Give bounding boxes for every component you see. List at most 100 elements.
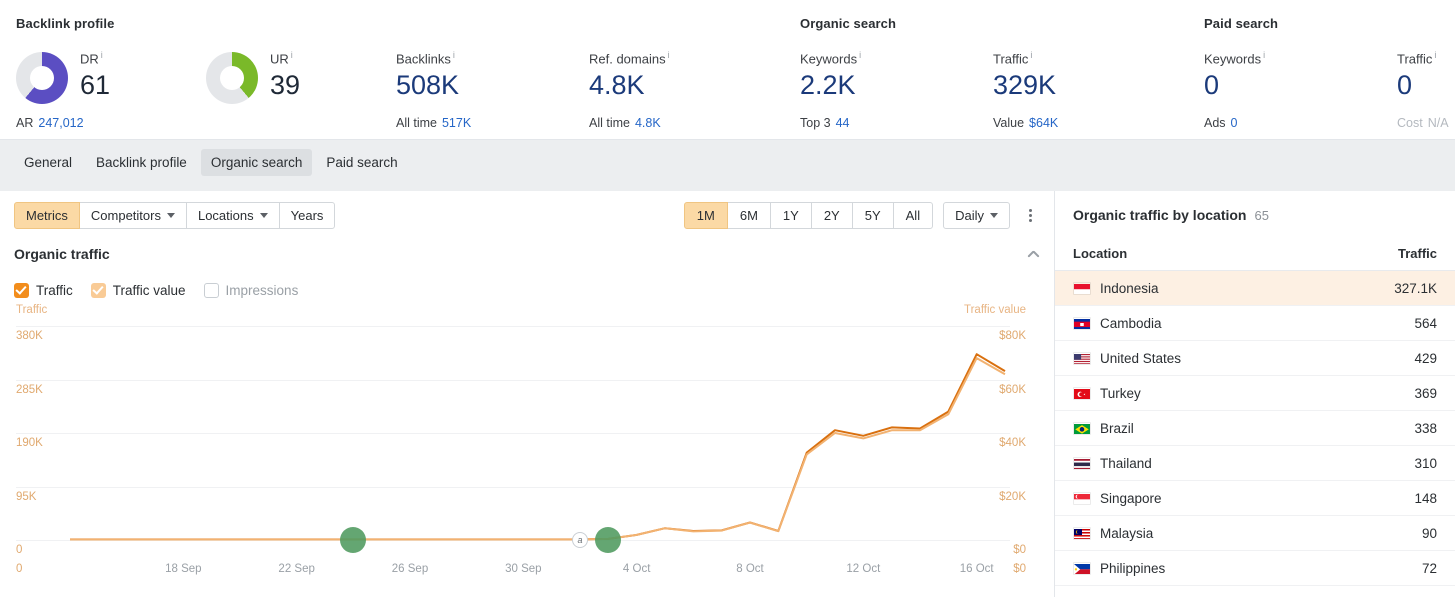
chart-event-marker[interactable] [340, 527, 367, 553]
x-axis-tick: 4 Oct [622, 563, 651, 575]
chart-title: Organic traffic [14, 246, 110, 262]
metric-keywords: Keywords i 0 Ads 0 [1204, 48, 1397, 146]
info-icon[interactable]: i [1434, 50, 1436, 60]
metric-subvalue[interactable]: N/A [1428, 116, 1449, 130]
location-name[interactable]: Brazil [1100, 421, 1134, 436]
checkbox[interactable] [203, 283, 219, 298]
chart-event-marker[interactable] [595, 527, 622, 553]
metric-group-organic-search: Organic search Keywords i 2.2K Top 3 44 Traff… [782, 0, 1186, 139]
location-name[interactable]: Indonesia [1100, 281, 1159, 296]
location-traffic-value: 310 [1313, 445, 1455, 481]
filter-competitors-button[interactable]: Competitors [78, 201, 187, 229]
range-all-button[interactable]: All [892, 201, 934, 229]
table-row[interactable]: United States 429 [1055, 340, 1455, 376]
table-row[interactable]: Malaysia 90 [1055, 515, 1455, 551]
metric-subvalue[interactable]: 4.8K [635, 116, 661, 130]
location-cell: Philippines [1055, 550, 1314, 586]
location-traffic-value: 90 [1313, 515, 1455, 551]
location-name[interactable]: Thailand [1100, 456, 1152, 471]
range-5y-button[interactable]: 5Y [851, 201, 894, 229]
metric-value[interactable]: 508K [396, 68, 589, 102]
legend-traffic[interactable]: Traffic [14, 283, 73, 298]
series-line-traffic [70, 353, 1006, 541]
range-1m-button[interactable]: 1M [683, 201, 728, 229]
info-icon[interactable]: i [668, 50, 670, 60]
filter-button-group: Metrics Competitors Locations Years [14, 201, 336, 229]
location-traffic-value: 429 [1313, 340, 1455, 376]
location-name[interactable]: Singapore [1100, 491, 1162, 506]
tab-organic-search[interactable]: Organic search [200, 149, 313, 176]
more-options-icon[interactable] [1020, 203, 1040, 227]
filter-metrics-button[interactable]: Metrics [14, 201, 80, 229]
info-icon[interactable]: i [101, 50, 103, 60]
metric-label: Keywords i [1204, 50, 1266, 67]
metric-dr: DR i 61 AR 247,012 [16, 48, 206, 146]
metric-value: 39 [270, 70, 301, 101]
metric-backlinks: Backlinks i 508K All time 517K [396, 48, 589, 146]
location-name[interactable]: United States [1100, 351, 1181, 366]
table-row[interactable]: Brazil 338 [1055, 410, 1455, 446]
info-icon[interactable]: i [291, 50, 293, 60]
locations-count: 65 [1254, 208, 1269, 223]
metric-subvalue[interactable]: 247,012 [38, 116, 83, 130]
location-cell: Malaysia [1055, 515, 1314, 551]
metric-sublabel: All time 517K [396, 116, 472, 130]
info-icon[interactable]: i [859, 50, 861, 60]
x-axis-tick: 16 Oct [959, 563, 994, 575]
tab-paid-search[interactable]: Paid search [316, 149, 407, 176]
metric-subvalue[interactable]: $64K [1029, 116, 1058, 130]
chart-header: Organic traffic [0, 239, 1054, 269]
organic-traffic-by-location-panel: Organic traffic by location 65 Location … [1055, 191, 1455, 597]
flag-kh-icon [1073, 316, 1091, 330]
location-name[interactable]: Turkey [1100, 386, 1141, 401]
legend-impressions[interactable]: Impressions [203, 283, 298, 298]
range-2y-button[interactable]: 2Y [810, 201, 853, 229]
column-header-traffic[interactable]: Traffic [1313, 237, 1455, 271]
table-row[interactable]: Cambodia 564 [1055, 305, 1455, 341]
metric-value[interactable]: 329K [993, 68, 1186, 102]
location-traffic-value: 564 [1313, 305, 1455, 341]
metric-value[interactable]: 2.2K [800, 68, 993, 102]
metric-value[interactable]: 0 [1397, 68, 1455, 102]
filter-locations-button[interactable]: Locations [185, 201, 280, 229]
metric-sublabel: Top 3 44 [800, 116, 850, 130]
range-6m-button[interactable]: 6M [726, 201, 771, 229]
metric-subvalue[interactable]: 0 [1231, 116, 1238, 130]
table-row[interactable]: Turkey 369 [1055, 375, 1455, 411]
chevron-up-icon[interactable] [1027, 250, 1040, 258]
info-icon[interactable]: i [1030, 50, 1032, 60]
flag-sg-icon [1073, 491, 1091, 505]
metric-subvalue[interactable]: 44 [836, 116, 850, 130]
chart-annotation-badge[interactable]: a [572, 532, 588, 548]
flag-id-icon [1073, 281, 1091, 295]
checkbox[interactable] [90, 283, 106, 298]
metric-keywords: Keywords i 2.2K Top 3 44 [800, 48, 993, 146]
series-line-traffic-value [70, 357, 1006, 541]
metric-subvalue[interactable]: 517K [442, 116, 471, 130]
range-1y-button[interactable]: 1Y [769, 201, 812, 229]
x-axis-tick: 18 Sep [165, 563, 202, 575]
location-name[interactable]: Cambodia [1100, 316, 1162, 331]
info-icon[interactable]: i [1263, 50, 1265, 60]
x-axis-tick: 12 Oct [846, 563, 881, 575]
organic-traffic-chart[interactable]: Traffic Traffic value 0 $0 95K $20K 190K $40K… [0, 304, 1054, 579]
section-tabs: General Backlink profile Organic search Pai… [0, 140, 1455, 185]
button-label: Years [290, 207, 324, 223]
metric-value[interactable]: 0 [1204, 68, 1397, 102]
location-name[interactable]: Philippines [1100, 561, 1165, 576]
checkbox[interactable] [14, 283, 29, 298]
table-row[interactable]: Philippines 72 [1055, 550, 1455, 586]
metric-label: Keywords i [800, 50, 862, 67]
tab-backlink-profile[interactable]: Backlink profile [86, 149, 197, 176]
location-name[interactable]: Malaysia [1100, 526, 1153, 541]
metric-value[interactable]: 4.8K [589, 68, 782, 102]
info-icon[interactable]: i [453, 50, 455, 60]
table-row[interactable]: Indonesia 327.1K [1055, 270, 1455, 306]
table-row[interactable]: Singapore 148 [1055, 480, 1455, 516]
table-row[interactable]: Thailand 310 [1055, 445, 1455, 481]
column-header-location[interactable]: Location [1055, 237, 1314, 271]
legend-traffic-value[interactable]: Traffic value [90, 283, 186, 298]
granularity-select[interactable]: Daily [943, 201, 1010, 229]
tab-general[interactable]: General [14, 149, 82, 176]
filter-years-button[interactable]: Years [278, 201, 336, 229]
